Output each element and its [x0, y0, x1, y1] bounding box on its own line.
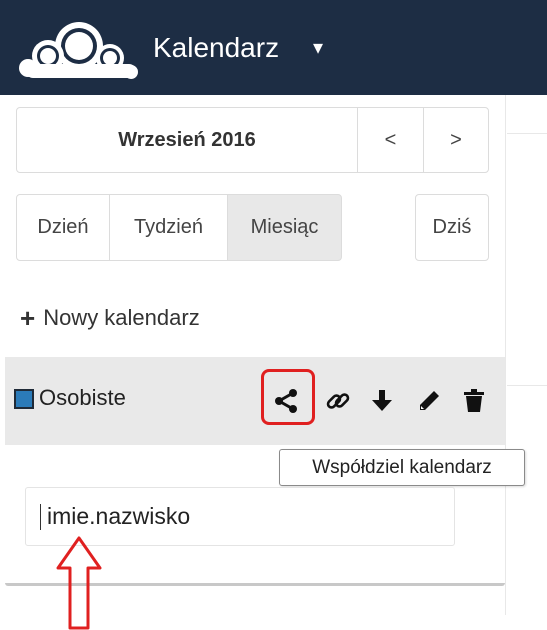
share-input-value: imie.nazwisko	[47, 503, 191, 529]
arrow-up-annotation-icon	[56, 536, 102, 630]
text-cursor	[40, 503, 41, 530]
owncloud-logo[interactable]	[14, 10, 144, 82]
link-icon[interactable]	[323, 386, 353, 416]
new-calendar-button[interactable]: + Nowy kalendarz	[20, 300, 200, 336]
new-calendar-label: Nowy kalendarz	[43, 305, 200, 330]
top-bar: Kalendarz ▾	[0, 0, 547, 95]
main-divider	[507, 133, 547, 134]
calendar-color-swatch[interactable]	[14, 389, 34, 409]
view-week-button[interactable]: Tydzień	[109, 194, 228, 261]
today-button[interactable]: Dziś	[415, 194, 489, 261]
view-month-button[interactable]: Miesiąc	[227, 194, 342, 261]
next-month-button[interactable]: >	[423, 107, 489, 173]
edit-icon[interactable]	[414, 386, 444, 416]
share-highlight-annotation	[261, 369, 315, 425]
previous-month-button[interactable]: <	[357, 107, 424, 173]
calendar-name[interactable]: Osobiste	[39, 384, 126, 412]
current-month-button[interactable]: Wrzesień 2016	[16, 107, 358, 173]
plus-icon: +	[20, 302, 36, 333]
app-menu-chevron-icon[interactable]: ▾	[313, 34, 323, 62]
view-day-button[interactable]: Dzień	[16, 194, 110, 261]
app-title[interactable]: Kalendarz	[153, 30, 279, 66]
main-divider	[507, 385, 547, 386]
download-icon[interactable]	[367, 386, 397, 416]
share-tooltip: Współdziel kalendarz	[279, 449, 525, 486]
delete-icon[interactable]	[459, 386, 489, 416]
